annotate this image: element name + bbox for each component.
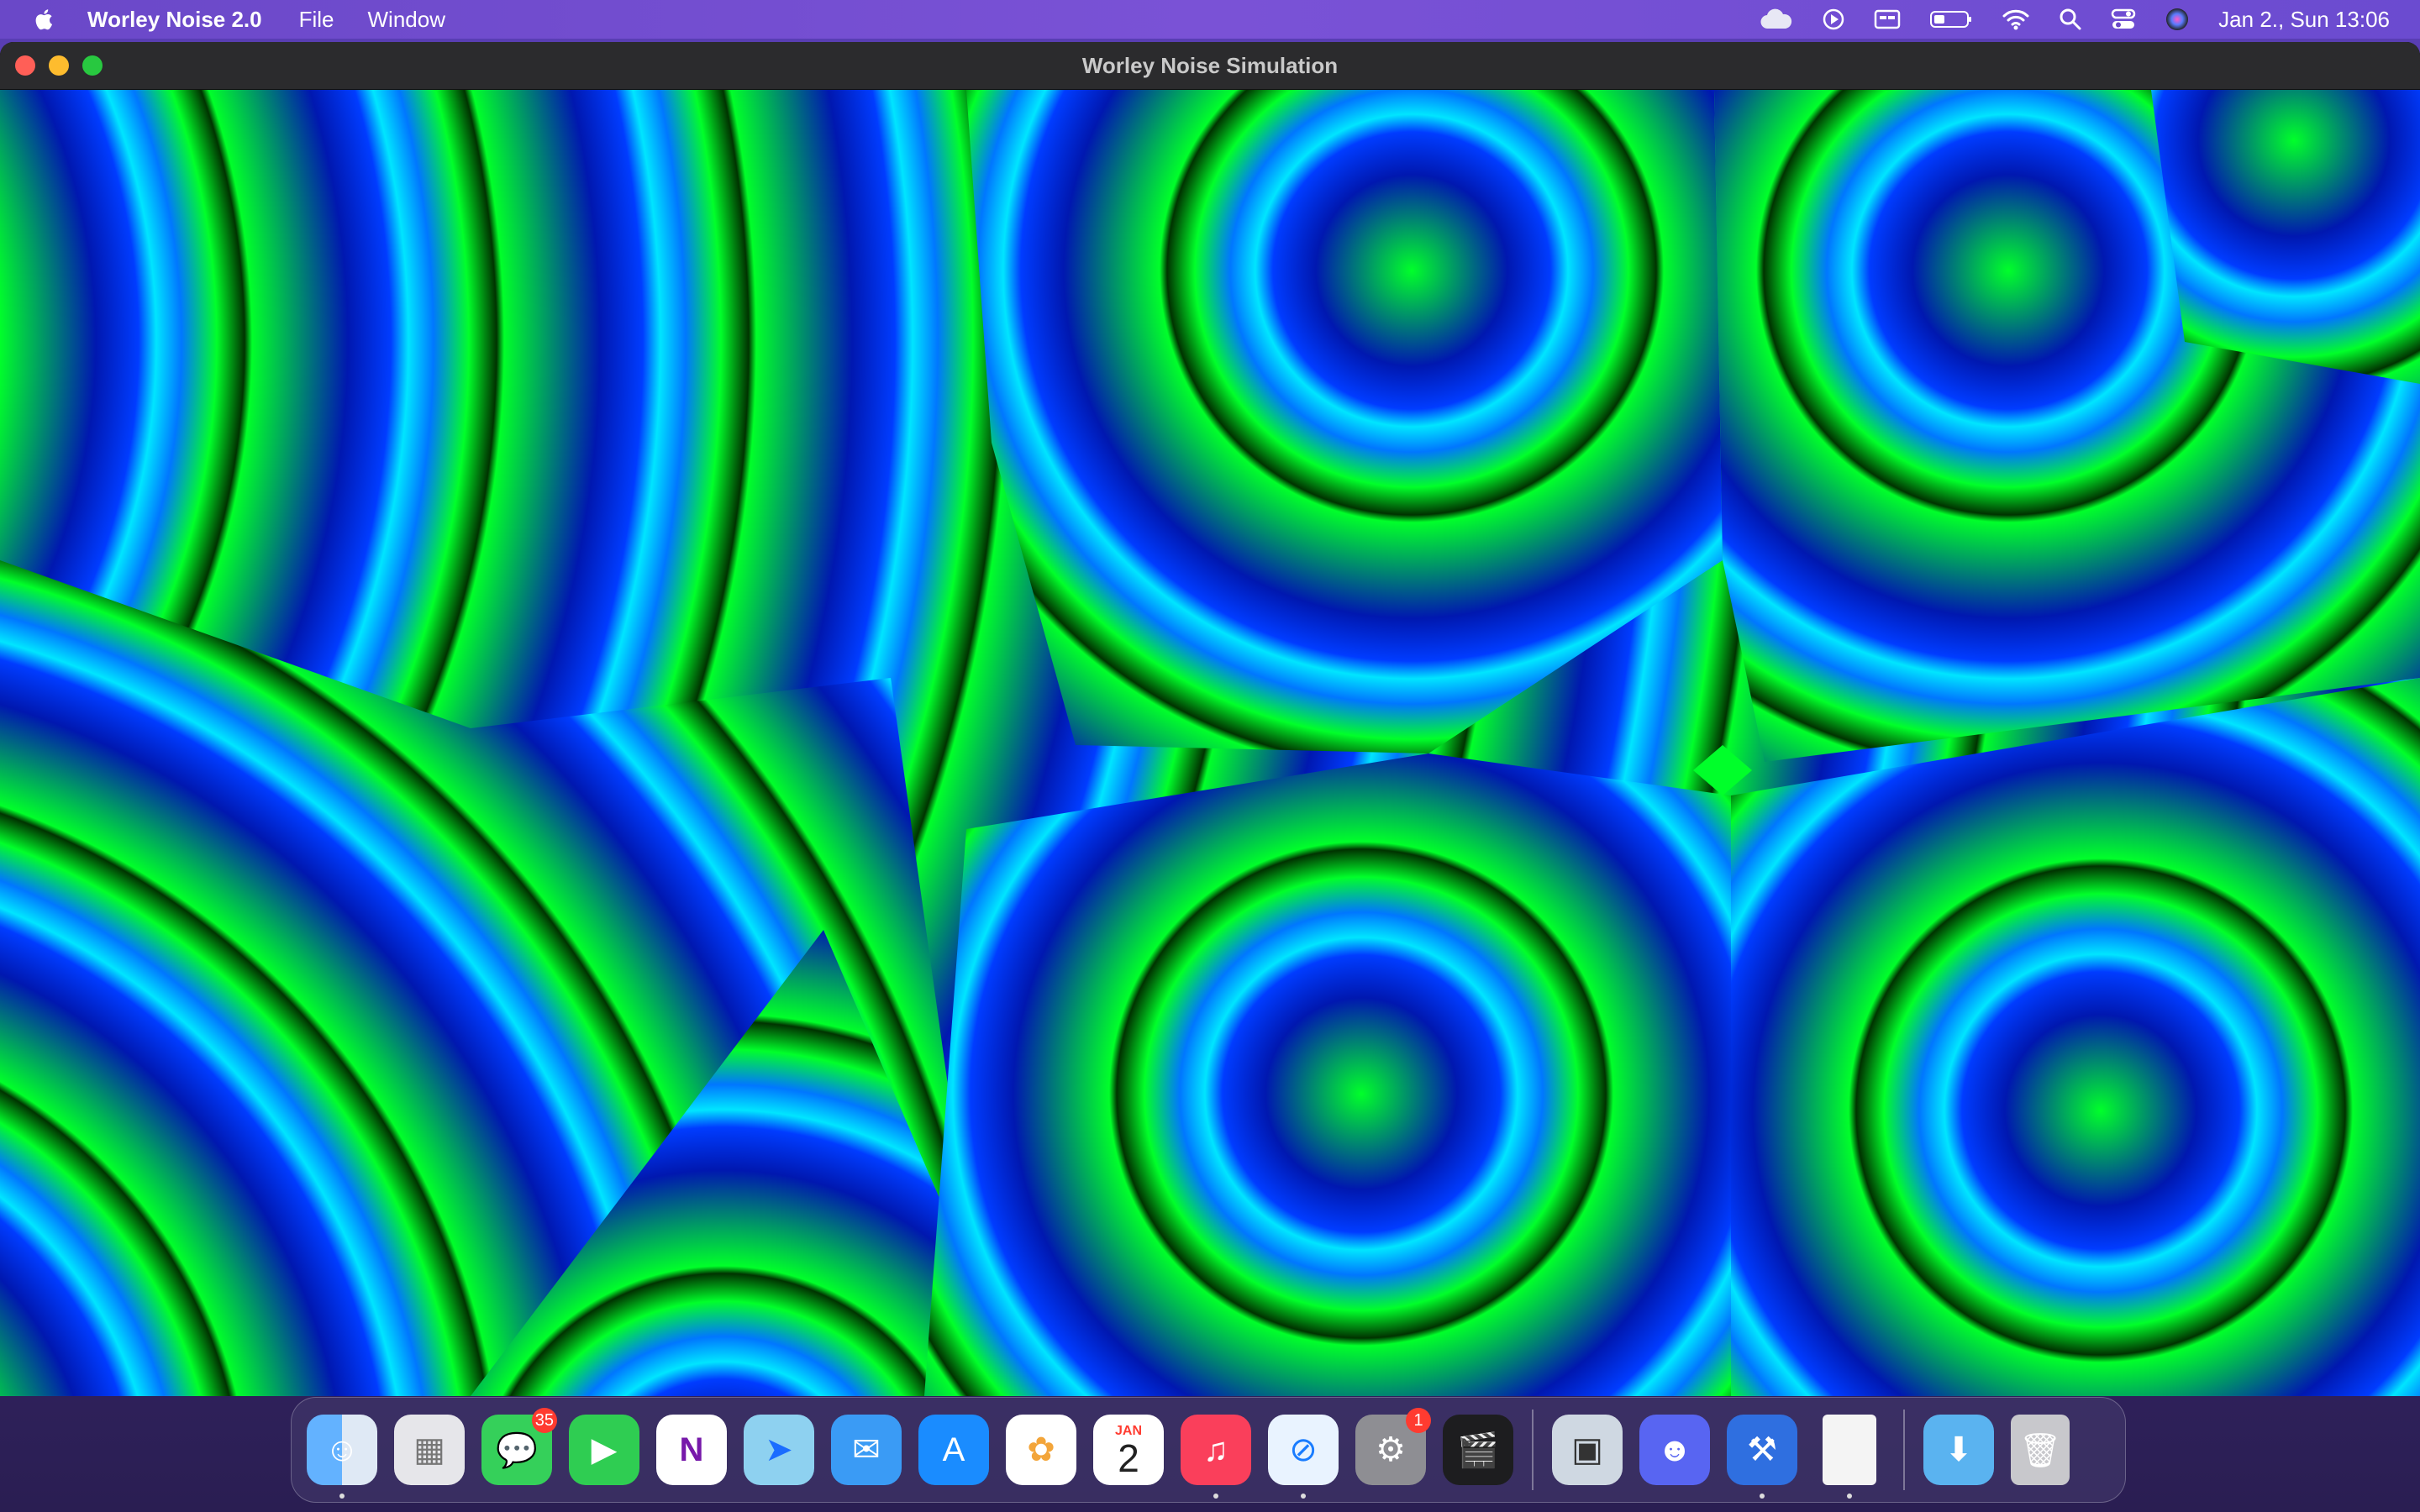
- maps-glyph: ➤: [765, 1431, 793, 1468]
- fcp-glyph: 🎬: [1457, 1431, 1499, 1469]
- preview-icon[interactable]: ▣: [1552, 1415, 1623, 1485]
- zoom-button[interactable]: [82, 55, 103, 76]
- finder-icon[interactable]: ☺: [307, 1415, 377, 1499]
- discord-icon[interactable]: ☻: [1639, 1415, 1710, 1485]
- app-store-glyph: A: [942, 1431, 965, 1468]
- search-icon[interactable]: [2059, 8, 2082, 31]
- preview-glyph: ▣: [1571, 1431, 1603, 1468]
- battery-icon[interactable]: [1929, 8, 1973, 30]
- facetime-glyph: ▶: [591, 1431, 618, 1468]
- app-store-icon[interactable]: A: [918, 1415, 989, 1485]
- menu-file[interactable]: File: [299, 7, 334, 33]
- running-indicator: [1760, 1494, 1765, 1499]
- calendar-day: 2: [1118, 1436, 1139, 1480]
- xcode-glyph: ⚒: [1747, 1431, 1777, 1468]
- dock-separator: [1903, 1410, 1905, 1490]
- display-icon[interactable]: [1874, 8, 1901, 30]
- app-menu-name[interactable]: Worley Noise 2.0: [87, 7, 262, 33]
- running-indicator: [1301, 1494, 1306, 1499]
- launchpad-glyph: ▦: [413, 1431, 445, 1468]
- document-icon[interactable]: [1823, 1415, 1876, 1499]
- mail-icon[interactable]: ✉: [831, 1415, 902, 1485]
- facetime-icon[interactable]: ▶: [569, 1415, 639, 1485]
- launchpad-icon[interactable]: ▦: [394, 1415, 465, 1485]
- music-icon[interactable]: ♫: [1181, 1415, 1251, 1499]
- mail-glyph: ✉: [852, 1431, 881, 1468]
- music-glyph: ♫: [1203, 1431, 1228, 1468]
- icloud-icon[interactable]: [1760, 8, 1793, 30]
- worley-noise-canvas[interactable]: [0, 90, 2420, 1396]
- trash-icon[interactable]: 🗑: [2011, 1415, 2070, 1485]
- messages-glyph: 💬: [496, 1431, 538, 1469]
- trash-glyph: 🗑: [2018, 1431, 2062, 1469]
- settings-badge: 1: [1406, 1408, 1431, 1433]
- onenote-icon[interactable]: N: [656, 1415, 727, 1485]
- close-button[interactable]: [15, 55, 35, 76]
- downloads-folder-icon[interactable]: ⬇: [1923, 1415, 1994, 1485]
- status-area: Jan 2., Sun 13:06: [1731, 0, 2390, 39]
- control-center-icon[interactable]: [2111, 8, 2136, 31]
- play-icon[interactable]: [1822, 8, 1845, 31]
- messages-icon[interactable]: 💬 35: [481, 1408, 557, 1485]
- window-title: Worley Noise Simulation: [1081, 52, 1339, 78]
- window-titlebar[interactable]: Worley Noise Simulation: [0, 42, 2420, 90]
- calendar-icon[interactable]: JAN 2: [1093, 1415, 1164, 1485]
- safari-icon[interactable]: ⊘: [1268, 1415, 1339, 1499]
- noise-render: [0, 90, 2420, 1396]
- running-indicator: [339, 1494, 345, 1499]
- dock: ☺ ▦ 💬 35 ▶ N ➤ ✉ A ✿ JAN 2 ♫ ⊘ ⚙ 1 🎬 ▣ ☻ ⚒ …: [291, 1397, 2126, 1503]
- wifi-icon[interactable]: [2002, 8, 2030, 30]
- app-window: Worley Noise Simulation: [0, 42, 2420, 1396]
- running-indicator: [1847, 1494, 1852, 1499]
- maps-icon[interactable]: ➤: [744, 1415, 814, 1485]
- system-settings-icon[interactable]: ⚙ 1: [1355, 1408, 1431, 1485]
- safari-glyph: ⊘: [1289, 1431, 1318, 1468]
- menu-bar: Worley Noise 2.0 File Window Jan 2., Sun…: [0, 0, 2420, 39]
- finder-glyph: ☺: [324, 1431, 360, 1468]
- settings-glyph: ⚙: [1376, 1431, 1406, 1468]
- dock-separator: [1532, 1410, 1534, 1490]
- xcode-icon[interactable]: ⚒: [1727, 1415, 1797, 1499]
- traffic-lights: [15, 55, 103, 76]
- photos-glyph: ✿: [1027, 1431, 1055, 1468]
- onenote-glyph: N: [679, 1431, 704, 1468]
- menu-clock[interactable]: Jan 2., Sun 13:06: [2218, 7, 2390, 33]
- photos-icon[interactable]: ✿: [1006, 1415, 1076, 1485]
- apple-logo-icon[interactable]: [32, 7, 54, 32]
- final-cut-pro-icon[interactable]: 🎬: [1443, 1415, 1513, 1485]
- discord-glyph: ☻: [1656, 1431, 1693, 1468]
- minimize-button[interactable]: [49, 55, 69, 76]
- messages-badge: 35: [531, 1408, 557, 1433]
- siri-icon[interactable]: [2165, 7, 2190, 32]
- running-indicator: [1213, 1494, 1218, 1499]
- menu-window[interactable]: Window: [368, 7, 445, 33]
- downloads-glyph: ⬇: [1944, 1431, 1973, 1468]
